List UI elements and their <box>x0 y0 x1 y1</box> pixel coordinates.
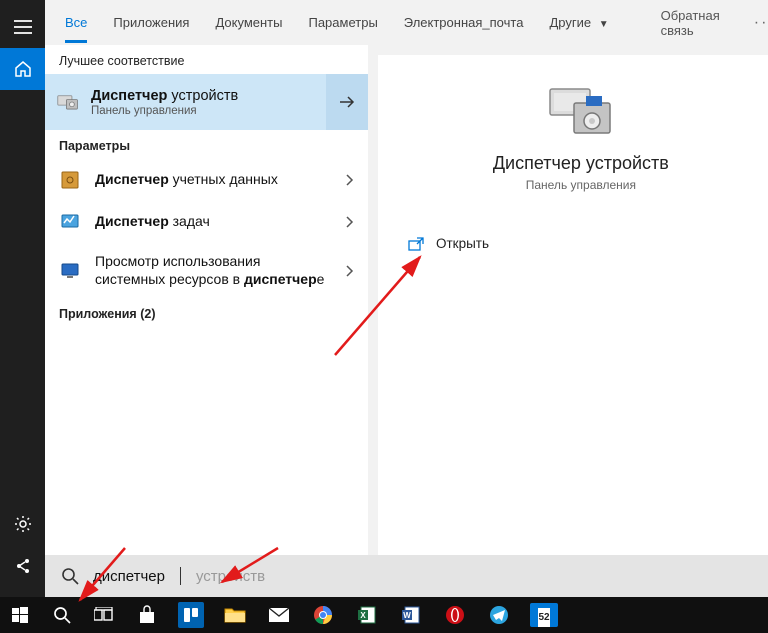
start-rail <box>0 0 45 597</box>
preview-pane: Диспетчер устройств Панель управления От… <box>368 45 768 555</box>
home-icon[interactable] <box>0 48 45 90</box>
taskbar-search-icon[interactable] <box>50 603 74 627</box>
store-icon[interactable] <box>134 602 160 628</box>
section-settings: Параметры <box>45 130 368 159</box>
result-device-manager[interactable]: Диспетчер устройств Панель управления <box>45 74 368 130</box>
section-apps: Приложения (2) <box>45 298 368 327</box>
monitor-icon <box>59 260 81 282</box>
preview-subtitle: Панель управления <box>526 178 636 192</box>
svg-text:X: X <box>360 611 366 620</box>
taskbar: X W 52 <box>0 597 768 633</box>
expand-arrow-icon[interactable] <box>326 74 368 130</box>
calendar-icon[interactable]: 52 <box>530 603 558 627</box>
result-credential-manager[interactable]: Диспетчер учетных данных <box>45 159 368 201</box>
result-subtitle: Панель управления <box>91 105 238 117</box>
opera-icon[interactable] <box>442 602 468 628</box>
device-manager-icon <box>57 91 79 113</box>
search-icon <box>61 567 79 585</box>
task-view-icon[interactable] <box>92 603 116 627</box>
category-tabs: Все Приложения Документы Параметры Элект… <box>45 0 768 45</box>
word-icon[interactable]: W <box>398 602 424 628</box>
tab-other[interactable]: Другие ▼ <box>549 3 608 43</box>
tab-email[interactable]: Электронная_почта <box>404 3 524 43</box>
chevron-right-icon <box>346 216 354 228</box>
feedback-link[interactable]: Обратная связь <box>661 8 720 38</box>
telegram-icon[interactable] <box>486 602 512 628</box>
more-icon[interactable]: ··· <box>754 14 768 32</box>
tab-apps[interactable]: Приложения <box>113 3 189 43</box>
vault-icon <box>59 169 81 191</box>
mail-icon[interactable] <box>266 602 292 628</box>
start-icon[interactable] <box>8 603 32 627</box>
chrome-icon[interactable] <box>310 602 336 628</box>
open-action[interactable]: Открыть <box>398 228 764 259</box>
file-explorer-icon[interactable] <box>222 602 248 628</box>
hamburger-icon[interactable] <box>0 6 45 48</box>
share-icon[interactable] <box>0 545 45 587</box>
tab-all[interactable]: Все <box>65 3 87 43</box>
device-manager-large-icon <box>546 83 616 137</box>
excel-icon[interactable]: X <box>354 602 380 628</box>
svg-text:W: W <box>403 611 411 620</box>
chevron-down-icon: ▼ <box>599 19 609 30</box>
open-icon <box>408 237 424 251</box>
search-input-row[interactable]: диспетчер устройств <box>45 555 768 597</box>
tab-settings[interactable]: Параметры <box>308 3 377 43</box>
chevron-right-icon <box>346 265 354 277</box>
gear-icon[interactable] <box>0 503 45 545</box>
result-resource-monitor[interactable]: Просмотр использования системных ресурсо… <box>45 243 368 298</box>
search-panel: Все Приложения Документы Параметры Элект… <box>45 0 768 597</box>
section-best-match: Лучшее соответствие <box>45 45 368 74</box>
result-title: Диспетчер устройств <box>91 88 238 104</box>
trello-icon[interactable] <box>178 602 204 628</box>
tab-documents[interactable]: Документы <box>215 3 282 43</box>
search-typed-text: диспетчер <box>93 568 165 585</box>
chevron-right-icon <box>346 174 354 186</box>
task-manager-icon <box>59 211 81 233</box>
results-list: Лучшее соответствие Диспетчер устройств … <box>45 45 368 555</box>
preview-title: Диспетчер устройств <box>493 153 669 174</box>
result-task-manager[interactable]: Диспетчер задач <box>45 201 368 243</box>
search-ghost-text: устройств <box>196 568 265 585</box>
